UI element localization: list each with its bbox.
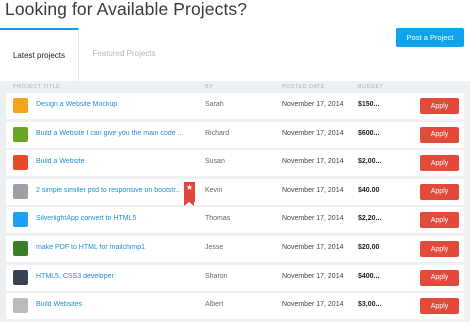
project-budget: $40.00 (358, 186, 380, 194)
project-thumbnail (13, 298, 28, 314)
project-thumbnail (13, 183, 28, 199)
table-row: Build a Website Susan November 17, 2014 $2,… (6, 150, 464, 177)
posted-date: November 17, 2014 (282, 272, 344, 280)
project-budget: $400... (358, 272, 380, 280)
posted-date: November 17, 2014 (282, 158, 344, 166)
page-header: Looking for Available Projects? Latest p… (0, 0, 470, 81)
project-title-link[interactable]: Design a Website Mockup (36, 101, 191, 108)
project-budget: $600... (358, 129, 380, 137)
project-thumbnail (13, 241, 28, 256)
project-thumbnail (13, 126, 28, 142)
project-author: Richard (205, 129, 230, 137)
project-budget: $2,00... (358, 158, 382, 166)
table-row: make PDF to HTML for mailchimp1 Jesse Nove… (6, 236, 464, 262)
table-row: Build a Website I can give you the main … (6, 121, 464, 148)
posted-date: November 17, 2014 (282, 101, 344, 108)
apply-button[interactable]: Apply (420, 98, 459, 114)
project-budget: $150... (358, 101, 380, 108)
posted-date: November 17, 2014 (282, 301, 344, 309)
page-title: Looking for Available Projects? (5, 0, 248, 19)
table-row: SilverlightApp convert to HTML5 Thomas Nov… (6, 207, 464, 234)
project-thumbnail (13, 212, 28, 228)
featured-ribbon-icon: ★ (184, 181, 195, 206)
project-budget: $20.00 (358, 244, 380, 251)
table-row: Build Websites Albert November 17, 2014 $3,… (6, 293, 464, 320)
posted-date: November 17, 2014 (282, 244, 344, 251)
projects-table: PROJECT TITLE BY POSTED DATE BUDGET Desi… (0, 81, 470, 322)
project-thumbnail (13, 155, 28, 171)
project-budget: $2,20... (358, 215, 382, 223)
apply-button[interactable]: Apply (420, 269, 459, 286)
project-title-link[interactable]: HTML5, CSS3 developer (36, 273, 191, 280)
tab-latest-projects[interactable]: Latest projects (0, 28, 79, 81)
column-header-budget: BUDGET (358, 84, 384, 90)
apply-button[interactable]: Apply (420, 212, 459, 229)
column-header-by: BY (205, 84, 214, 90)
project-thumbnail (13, 269, 28, 285)
apply-button[interactable]: Apply (420, 298, 459, 315)
apply-button[interactable]: Apply (420, 241, 459, 257)
project-author: Kevin (205, 186, 223, 194)
apply-button[interactable]: Apply (420, 126, 459, 143)
tab-featured-projects[interactable]: Featured Projects (79, 28, 169, 79)
project-thumbnail (13, 98, 28, 113)
table-row: Design a Website Mockup Sarah November 17,… (6, 93, 464, 119)
project-title-link[interactable]: 2 simple similler psd to responsive on b… (36, 187, 191, 194)
project-author: Sarah (205, 101, 224, 108)
posted-date: November 17, 2014 (282, 129, 344, 137)
column-header-project-title: PROJECT TITLE (13, 84, 61, 90)
table-row: 2 simple similler psd to responsive on b… (6, 178, 464, 206)
post-project-button[interactable]: Post a Project (396, 28, 464, 47)
apply-button[interactable]: Apply (420, 155, 459, 172)
apply-button[interactable]: Apply (420, 183, 459, 200)
project-title-link[interactable]: Build Websites (36, 301, 191, 308)
project-author: Susan (205, 158, 225, 166)
posted-date: November 17, 2014 (282, 186, 344, 194)
project-title-link[interactable]: make PDF to HTML for mailchimp1 (36, 244, 191, 251)
project-title-link[interactable]: Build a Website I can give you the main … (36, 130, 191, 137)
project-author: Albert (205, 301, 224, 309)
project-title-link[interactable]: SilverlightApp convert to HTML5 (36, 215, 191, 222)
project-author: Thomas (205, 215, 231, 223)
project-author: Sharon (205, 272, 228, 280)
project-budget: $3,00... (358, 301, 382, 309)
column-header-posted-date: POSTED DATE (282, 84, 325, 90)
posted-date: November 17, 2014 (282, 215, 344, 223)
project-author: Jesse (205, 244, 224, 251)
project-title-link[interactable]: Build a Website (36, 158, 191, 165)
table-row: HTML5, CSS3 developer Sharon November 17, … (6, 264, 464, 291)
